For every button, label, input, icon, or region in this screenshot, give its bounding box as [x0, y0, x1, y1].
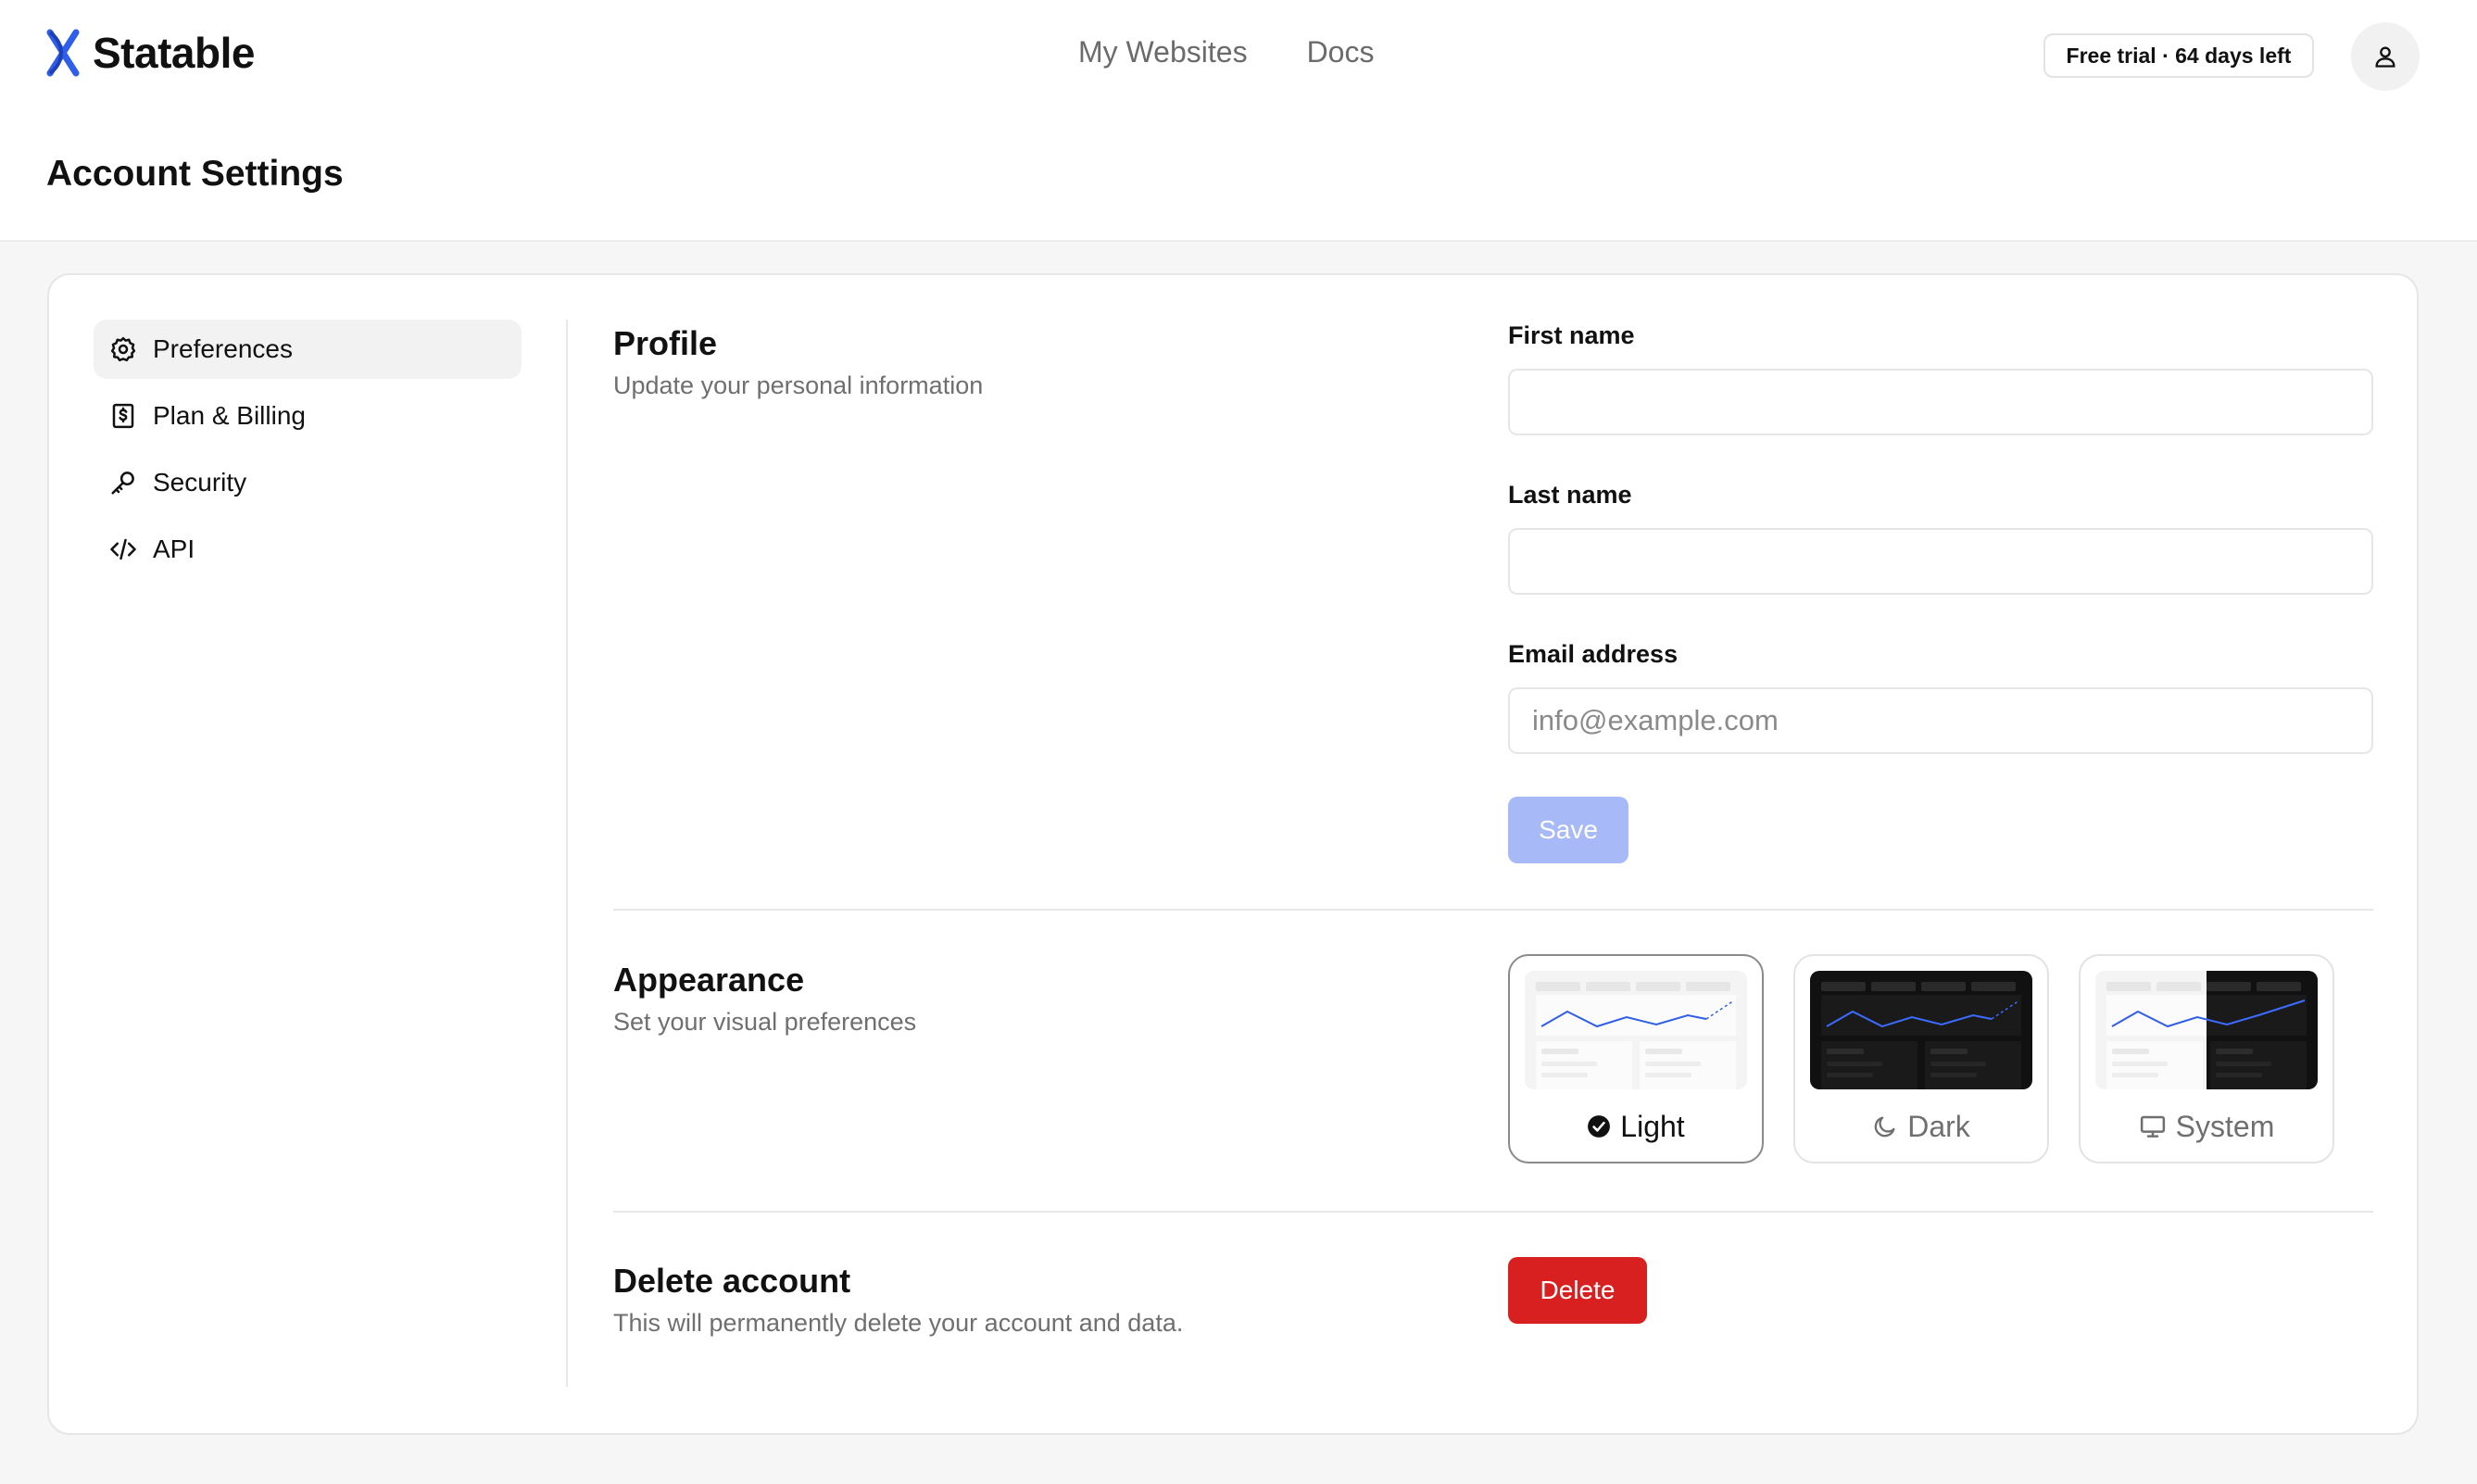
delete-account-title: Delete account [613, 1262, 851, 1300]
code-icon [108, 534, 138, 564]
user-icon [2375, 46, 2395, 68]
dark-theme-preview [1810, 971, 2032, 1089]
email-field[interactable] [1508, 687, 2373, 754]
sidebar-item-api[interactable]: API [94, 520, 522, 579]
app-name: Statable [93, 29, 255, 77]
save-button[interactable]: Save [1508, 797, 1628, 863]
appearance-title: Appearance [613, 961, 805, 999]
sidebar-item-label: Preferences [153, 334, 293, 363]
sidebar-item-plan-billing[interactable]: Plan & Billing [94, 386, 522, 446]
user-menu-button[interactable] [2351, 22, 2420, 91]
last-name-label: Last name [1508, 481, 1632, 509]
theme-label-system: System [2175, 1109, 2275, 1143]
theme-option-system[interactable]: System [2079, 954, 2334, 1163]
monitor-icon [2140, 1115, 2165, 1138]
theme-option-dark[interactable]: Dark [1793, 954, 2049, 1163]
theme-option-light[interactable]: Light [1508, 954, 1764, 1163]
section-divider [613, 1211, 2373, 1213]
nav-my-websites[interactable]: My Websites [1078, 35, 1248, 69]
settings-card: Preferences Plan & Billing Security API … [47, 273, 2419, 1435]
logo[interactable]: Statable [46, 28, 255, 78]
settings-sidebar: Preferences Plan & Billing Security API [94, 320, 522, 586]
dollar-receipt-icon [108, 401, 138, 431]
moon-icon [1874, 1116, 1895, 1138]
appearance-subtitle: Set your visual preferences [613, 1008, 917, 1036]
page-title: Account Settings [46, 154, 344, 194]
sidebar-item-label: Security [153, 468, 247, 497]
email-label: Email address [1508, 640, 1679, 668]
sidebar-divider [566, 320, 568, 1387]
profile-title: Profile [613, 324, 718, 362]
delete-account-button[interactable]: Delete [1508, 1257, 1647, 1324]
main-nav: My Websites Docs [1078, 35, 1374, 69]
last-name-field[interactable] [1508, 528, 2373, 595]
sidebar-item-security[interactable]: Security [94, 453, 522, 512]
check-circle-icon [1588, 1115, 1611, 1138]
account-settings-page: Statable My Websites Docs Free trial · 6… [0, 0, 2477, 1484]
top-header: Statable My Websites Docs Free trial · 6… [0, 0, 2477, 242]
statable-logo-icon [46, 29, 80, 77]
theme-label-light: Light [1620, 1109, 1685, 1143]
sidebar-item-label: Plan & Billing [153, 401, 306, 430]
profile-subtitle: Update your personal information [613, 371, 984, 399]
section-divider [613, 909, 2373, 911]
system-theme-preview [2095, 971, 2318, 1089]
first-name-field[interactable] [1508, 369, 2373, 435]
gear-icon [108, 334, 138, 364]
sidebar-item-preferences[interactable]: Preferences [94, 320, 522, 379]
delete-account-subtitle: This will permanently delete your accoun… [613, 1309, 1184, 1337]
free-trial-badge[interactable]: Free trial · 64 days left [2043, 33, 2314, 78]
sidebar-item-label: API [153, 534, 195, 563]
theme-label-dark: Dark [1907, 1109, 1970, 1143]
first-name-label: First name [1508, 321, 1635, 349]
light-theme-preview [1525, 971, 1747, 1089]
nav-docs[interactable]: Docs [1307, 35, 1375, 69]
key-icon [108, 468, 138, 497]
